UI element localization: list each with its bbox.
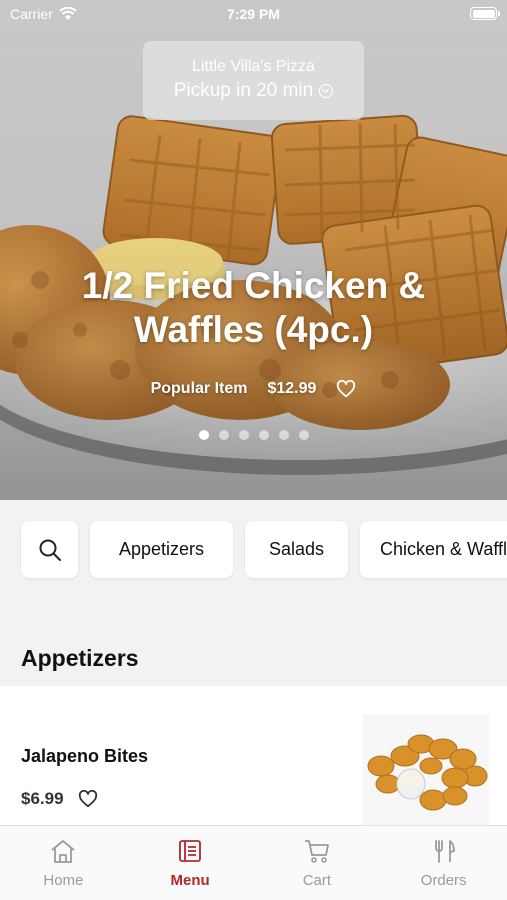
home-icon	[51, 840, 75, 863]
cart-icon	[304, 840, 329, 863]
menu-icon	[179, 840, 202, 862]
page-dot[interactable]	[218, 430, 229, 440]
tab-orders-label: Orders	[420, 872, 467, 889]
chevron-down-circle-icon	[319, 84, 334, 98]
featured-title: 1/2 Fried Chicken & Waffles (4pc.)	[0, 264, 507, 352]
fork-knife-icon	[434, 840, 455, 863]
page-dot[interactable]	[198, 430, 209, 440]
store-name: Little Villa's Pizza	[192, 58, 315, 75]
tab-cart-label: Cart	[302, 872, 332, 889]
page-dot[interactable]	[238, 430, 249, 440]
tab-home[interactable]: Home	[0, 826, 127, 900]
featured-meta: Popular Item $12.99	[0, 380, 507, 398]
store-pickup-pill[interactable]: Little Villa's Pizza Pickup in 20 min	[143, 41, 364, 120]
heart-icon[interactable]	[78, 790, 98, 808]
heart-icon[interactable]	[336, 380, 356, 398]
search-button[interactable]	[21, 521, 78, 578]
item-name: Jalapeno Bites	[21, 746, 149, 766]
section-title: Appetizers	[21, 645, 139, 671]
battery-icon	[470, 7, 500, 20]
tab-home-label: Home	[43, 872, 84, 889]
category-chip-chicken-waffles[interactable]: Chicken & Waffles	[360, 521, 507, 578]
status-bar: Carrier 7:29 PM	[0, 0, 507, 28]
tab-menu-label: Menu	[170, 872, 210, 889]
item-price-row: $6.99	[21, 789, 98, 809]
category-chip-appetizers[interactable]: Appetizers	[90, 521, 233, 578]
category-chip-salads[interactable]: Salads	[245, 521, 348, 578]
featured-hero[interactable]: Carrier 7:29 PM Little Villa's Pizza Pic…	[0, 0, 507, 500]
page-dot[interactable]	[258, 430, 269, 440]
search-icon	[39, 539, 61, 561]
tab-cart[interactable]: Cart	[254, 826, 381, 900]
item-image	[363, 714, 489, 826]
page-dot[interactable]	[278, 430, 289, 440]
featured-title-line-2: Waffles (4pc.)	[133, 309, 374, 350]
pickup-label: Pickup in 20 min	[173, 80, 314, 101]
page-dot[interactable]	[298, 430, 309, 440]
featured-title-line-1: 1/2 Fried Chicken &	[81, 265, 426, 306]
category-bar[interactable]: Appetizers Salads Chicken & Waffles	[0, 500, 507, 600]
carousel-page-indicator[interactable]	[0, 430, 507, 440]
item-price: $6.99	[21, 789, 64, 808]
menu-item-card[interactable]: Jalapeno Bites $6.99	[0, 686, 507, 831]
featured-tag: Popular Item	[150, 380, 248, 397]
tab-orders[interactable]: Orders	[380, 826, 507, 900]
status-time: 7:29 PM	[227, 6, 280, 22]
pickup-time[interactable]: Pickup in 20 min	[143, 80, 364, 102]
featured-price: $12.99	[267, 380, 317, 397]
tab-menu[interactable]: Menu	[127, 826, 254, 900]
bottom-tab-bar: Home Menu Cart Orders	[0, 825, 507, 900]
